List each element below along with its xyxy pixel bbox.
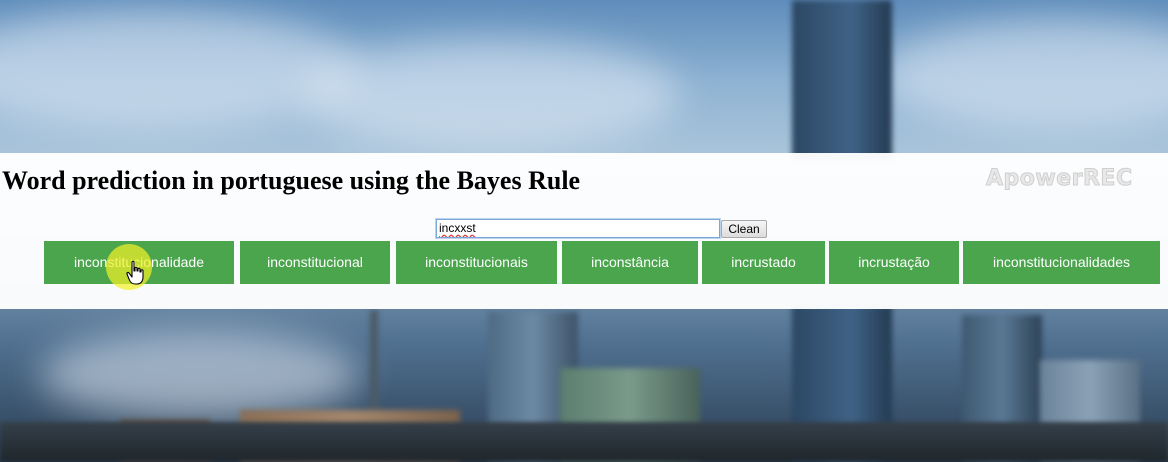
suggestion-button[interactable]: incrustado bbox=[702, 241, 825, 284]
word-input[interactable] bbox=[436, 219, 720, 238]
recorder-watermark: ApowerREC bbox=[986, 166, 1133, 192]
page-title: Word prediction in portuguese using the … bbox=[2, 166, 581, 195]
cloud bbox=[880, 20, 1168, 130]
suggestion-button[interactable]: inconstitucionalidades bbox=[963, 241, 1160, 284]
cloud bbox=[300, 40, 680, 150]
suggestion-button[interactable]: inconstitucional bbox=[240, 241, 390, 284]
suggestion-button[interactable]: inconstância bbox=[562, 241, 698, 284]
cloud bbox=[40, 330, 360, 420]
suggestion-button[interactable]: inconstitucionais bbox=[396, 241, 557, 284]
ground bbox=[0, 422, 1168, 462]
suggestion-button[interactable]: inconstitucionalidade bbox=[44, 241, 234, 284]
tower-building bbox=[792, 0, 892, 160]
suggestion-button[interactable]: incrustação bbox=[829, 241, 959, 284]
clean-button[interactable]: Clean bbox=[721, 220, 767, 238]
cloud bbox=[0, 10, 360, 130]
